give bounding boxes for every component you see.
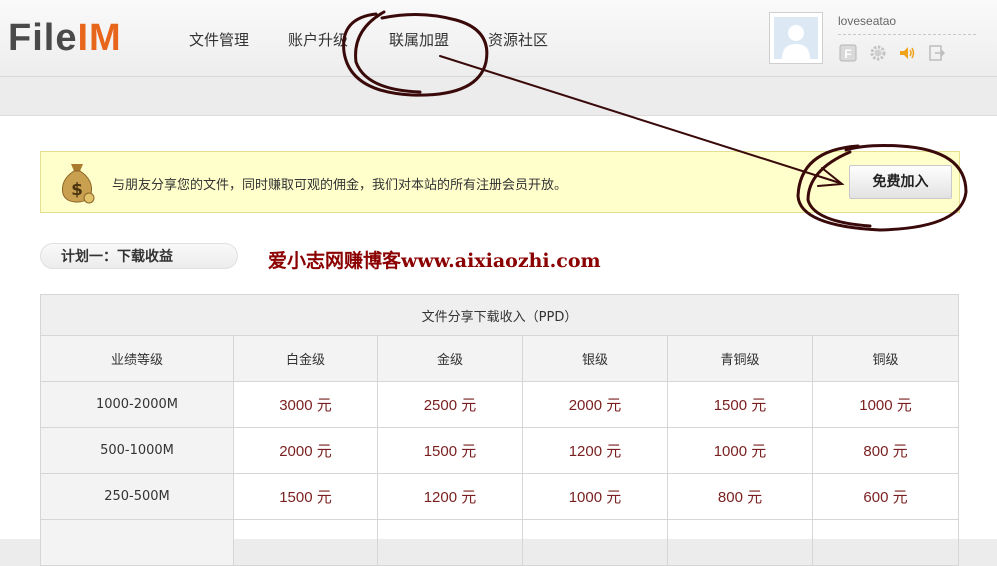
table-title-row: 文件分享下载收入（PPD） xyxy=(39,294,960,336)
table-header-row: 业绩等级 白金级 金级 银级 青铜级 铜级 xyxy=(40,335,960,382)
cell-amount: 1500 元 xyxy=(667,381,813,428)
row-level-cutoff xyxy=(40,519,234,566)
header-copper: 铜级 xyxy=(811,335,960,382)
vip-f-icon[interactable]: F xyxy=(839,44,857,62)
username[interactable]: loveseatao xyxy=(838,14,896,28)
speaker-icon[interactable] xyxy=(898,44,916,62)
nav-file-management[interactable]: 文件管理 xyxy=(189,29,249,50)
cell-amount: 2500 元 xyxy=(377,381,523,428)
cell-cutoff xyxy=(667,519,813,566)
table-row: 250-500M 1500 元 1200 元 1000 元 800 元 600 … xyxy=(40,473,960,520)
cell-cutoff xyxy=(522,519,668,566)
cell-amount: 1000 元 xyxy=(667,427,813,474)
svg-text:$: $ xyxy=(71,180,83,200)
cell-amount: 2000 元 xyxy=(233,427,378,474)
ppd-earnings-table: 文件分享下载收入（PPD） 业绩等级 白金级 金级 银级 青铜级 铜级 1000… xyxy=(39,294,960,566)
nav-resource-community[interactable]: 资源社区 xyxy=(488,29,548,50)
affiliate-banner: $ 与朋友分享您的文件，同时赚取可观的佣金，我们对本站的所有注册会员开放。 免费… xyxy=(40,151,960,213)
plan-tab-download-earnings[interactable]: 计划一：下载收益 xyxy=(40,243,238,269)
cell-amount: 3000 元 xyxy=(233,381,378,428)
cell-cutoff xyxy=(811,519,960,566)
cell-amount: 1500 元 xyxy=(377,427,523,474)
cell-amount: 1000 元 xyxy=(811,381,960,428)
cell-amount: 1200 元 xyxy=(377,473,523,520)
banner-message: 与朋友分享您的文件，同时赚取可观的佣金，我们对本站的所有注册会员开放。 xyxy=(112,178,568,193)
header-bronze: 青铜级 xyxy=(667,335,813,382)
avatar[interactable] xyxy=(769,12,823,64)
row-level: 250-500M xyxy=(40,473,234,520)
cell-amount: 1000 元 xyxy=(522,473,668,520)
cell-cutoff xyxy=(377,519,523,566)
cell-amount: 1500 元 xyxy=(233,473,378,520)
header-platinum: 白金级 xyxy=(233,335,378,382)
cell-amount: 2000 元 xyxy=(522,381,668,428)
default-user-icon xyxy=(774,17,818,59)
money-bag-icon: $ xyxy=(62,164,95,204)
nav-account-upgrade[interactable]: 账户升级 xyxy=(288,29,348,50)
table-title: 文件分享下载收入（PPD） xyxy=(39,294,960,336)
row-level: 1000-2000M xyxy=(40,381,234,428)
svg-text:F: F xyxy=(844,47,851,61)
header-level: 业绩等级 xyxy=(40,335,234,382)
cell-amount: 600 元 xyxy=(811,473,960,520)
fileim-logo[interactable]: FileIM xyxy=(8,16,122,60)
top-header: FileIM 文件管理 账户升级 联属加盟 资源社区 loveseatao F xyxy=(0,0,997,77)
logo-text-file: File xyxy=(8,17,78,59)
cell-cutoff xyxy=(233,519,378,566)
table-row-partial xyxy=(40,519,960,566)
row-level: 500-1000M xyxy=(40,427,234,474)
header-silver: 银级 xyxy=(522,335,668,382)
cell-amount: 1200 元 xyxy=(522,427,668,474)
cell-amount: 800 元 xyxy=(811,427,960,474)
logo-text-im: IM xyxy=(77,17,122,59)
blog-watermark: 爱小志网赚博客www.aixiaozhi.com xyxy=(268,250,601,272)
table-row: 1000-2000M 3000 元 2500 元 2000 元 1500 元 1… xyxy=(40,381,960,428)
table-row: 500-1000M 2000 元 1500 元 1200 元 1000 元 80… xyxy=(40,427,960,474)
header-gold: 金级 xyxy=(377,335,523,382)
cell-amount: 800 元 xyxy=(667,473,813,520)
logout-icon[interactable] xyxy=(928,44,946,62)
join-free-button[interactable]: 免费加入 xyxy=(849,165,952,199)
user-divider xyxy=(838,34,976,35)
gear-icon[interactable] xyxy=(869,44,887,62)
nav-affiliate[interactable]: 联属加盟 xyxy=(389,29,449,50)
